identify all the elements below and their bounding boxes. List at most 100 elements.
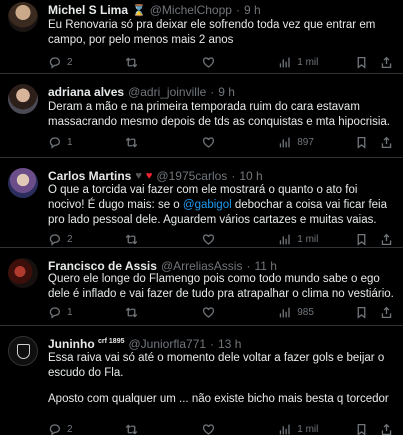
reply-icon xyxy=(48,233,61,246)
reply-button[interactable]: 1 xyxy=(48,306,125,319)
retweet-button[interactable] xyxy=(125,136,202,149)
mention-link[interactable]: @gabigol xyxy=(183,199,232,211)
hourglass-icon: ⌛ xyxy=(132,4,146,17)
user-handle[interactable]: @Juniorfla771 xyxy=(128,337,206,351)
avatar[interactable] xyxy=(8,2,38,32)
display-name[interactable]: Francisco de Assis xyxy=(48,259,157,273)
tweet-header: Juninho crf 1895 @Juniorfla771 · 13 h xyxy=(48,336,393,352)
views-button[interactable]: 1 mil xyxy=(278,233,355,246)
timestamp[interactable]: 10 h xyxy=(239,169,262,183)
like-button[interactable] xyxy=(202,423,279,435)
reply-count: 2 xyxy=(67,423,73,435)
display-name-superscript: crf 1895 xyxy=(98,338,125,345)
separator-dot: · xyxy=(231,169,236,183)
reply-tweet[interactable]: Juninho crf 1895 @Juniorfla771 · 13 h Es… xyxy=(0,326,403,435)
retweet-button[interactable] xyxy=(125,233,202,246)
separator-dot: · xyxy=(210,85,215,99)
reply-tweet[interactable]: Carlos Martins ♥ ♥ @1975carlos · 10 h O … xyxy=(0,158,403,248)
share-icon[interactable] xyxy=(380,306,393,319)
reply-button[interactable]: 1 xyxy=(48,136,125,149)
tweet-header: adriana alves @adri_joinville · 9 h xyxy=(48,84,393,100)
user-handle[interactable]: @1975carlos xyxy=(156,169,227,183)
share-icon[interactable] xyxy=(380,233,393,246)
user-handle[interactable]: @ArreliasAssis xyxy=(161,259,243,273)
display-name-text: Juninho xyxy=(48,337,95,351)
tweet-text: Deram a mão e na primeira temporada ruim… xyxy=(48,101,390,128)
retweet-icon xyxy=(125,233,138,246)
red-heart-icon: ♥ xyxy=(145,170,153,182)
display-name[interactable]: Michel S Lima xyxy=(48,3,128,17)
bookmark-icon[interactable] xyxy=(355,306,368,319)
timestamp[interactable]: 9 h xyxy=(244,3,261,17)
retweet-icon xyxy=(125,306,138,319)
reply-count: 2 xyxy=(67,233,73,245)
view-count: 1 mil xyxy=(297,423,319,435)
like-button[interactable] xyxy=(202,306,279,319)
reply-icon xyxy=(48,306,61,319)
reply-count: 1 xyxy=(67,136,73,148)
avatar[interactable] xyxy=(8,336,38,366)
tweet-text: Essa raiva vai só até o momento dele vol… xyxy=(48,352,385,379)
retweet-icon xyxy=(125,56,138,69)
action-bar: 2 1 mil xyxy=(48,421,393,435)
views-button[interactable]: 897 xyxy=(278,136,355,149)
timestamp[interactable]: 9 h xyxy=(218,85,235,99)
separator-dot: · xyxy=(246,259,251,273)
bookmark-icon[interactable] xyxy=(355,423,368,435)
views-icon xyxy=(278,306,291,319)
crest-icon xyxy=(17,344,30,359)
retweet-button[interactable] xyxy=(125,423,202,435)
tweet-text: Quero ele longe do Flamengo pois como to… xyxy=(48,273,394,300)
retweet-icon xyxy=(125,423,138,435)
replies-feed: Michel S Lima ⌛ @MichelChopp · 9 h Eu Re… xyxy=(0,0,403,435)
reply-button[interactable]: 2 xyxy=(48,233,125,246)
display-name[interactable]: Carlos Martins xyxy=(48,169,131,183)
action-bar: 1 897 xyxy=(48,134,393,150)
timestamp[interactable]: 11 h xyxy=(254,259,276,273)
reply-icon xyxy=(48,136,61,149)
views-button[interactable]: 1 mil xyxy=(278,423,355,435)
timestamp[interactable]: 13 h xyxy=(218,337,241,351)
reply-tweet[interactable]: Francisco de Assis @ArreliasAssis · 11 h… xyxy=(0,248,403,326)
reply-count: 2 xyxy=(67,56,73,68)
heart-icon xyxy=(202,233,215,246)
share-icon[interactable] xyxy=(380,56,393,69)
avatar[interactable] xyxy=(8,258,38,288)
reply-icon xyxy=(48,423,61,435)
tweet-text: Eu Renovaria só pra deixar ele sofrendo … xyxy=(48,19,376,46)
views-icon xyxy=(278,233,291,246)
like-button[interactable] xyxy=(202,136,279,149)
tweet-text: O que a torcida vai fazer com ele mostra… xyxy=(48,183,395,228)
tweet-header: Carlos Martins ♥ ♥ @1975carlos · 10 h xyxy=(48,168,393,184)
action-bar: 2 1 mil xyxy=(48,54,393,70)
reply-tweet[interactable]: adriana alves @adri_joinville · 9 h Dera… xyxy=(0,74,403,158)
retweet-button[interactable] xyxy=(125,56,202,69)
black-heart-icon: ♥ xyxy=(135,170,142,182)
user-handle[interactable]: @adri_joinville xyxy=(128,85,206,99)
bookmark-icon[interactable] xyxy=(355,136,368,149)
tweet-text-paragraph-2: Aposto com qualquer um ... não existe bi… xyxy=(48,393,389,405)
bookmark-icon[interactable] xyxy=(355,233,368,246)
tweet-header: Michel S Lima ⌛ @MichelChopp · 9 h xyxy=(48,2,393,18)
reply-button[interactable]: 2 xyxy=(48,423,125,435)
share-icon[interactable] xyxy=(380,423,393,435)
reply-count: 1 xyxy=(67,306,73,318)
views-button[interactable]: 1 mil xyxy=(278,56,355,69)
avatar[interactable] xyxy=(8,168,38,198)
user-handle[interactable]: @MichelChopp xyxy=(150,3,232,17)
action-bar: 1 985 xyxy=(48,304,393,320)
avatar[interactable] xyxy=(8,84,38,114)
retweet-icon xyxy=(125,136,138,149)
bookmark-icon[interactable] xyxy=(355,56,368,69)
share-icon[interactable] xyxy=(380,136,393,149)
display-name[interactable]: Juninho crf 1895 xyxy=(48,337,124,351)
views-button[interactable]: 985 xyxy=(278,306,355,319)
reply-tweet[interactable]: Michel S Lima ⌛ @MichelChopp · 9 h Eu Re… xyxy=(0,0,403,74)
retweet-button[interactable] xyxy=(125,306,202,319)
view-count: 1 mil xyxy=(297,56,319,68)
reply-button[interactable]: 2 xyxy=(48,56,125,69)
like-button[interactable] xyxy=(202,56,279,69)
like-button[interactable] xyxy=(202,233,279,246)
view-count: 897 xyxy=(297,136,314,148)
display-name[interactable]: adriana alves xyxy=(48,85,124,99)
